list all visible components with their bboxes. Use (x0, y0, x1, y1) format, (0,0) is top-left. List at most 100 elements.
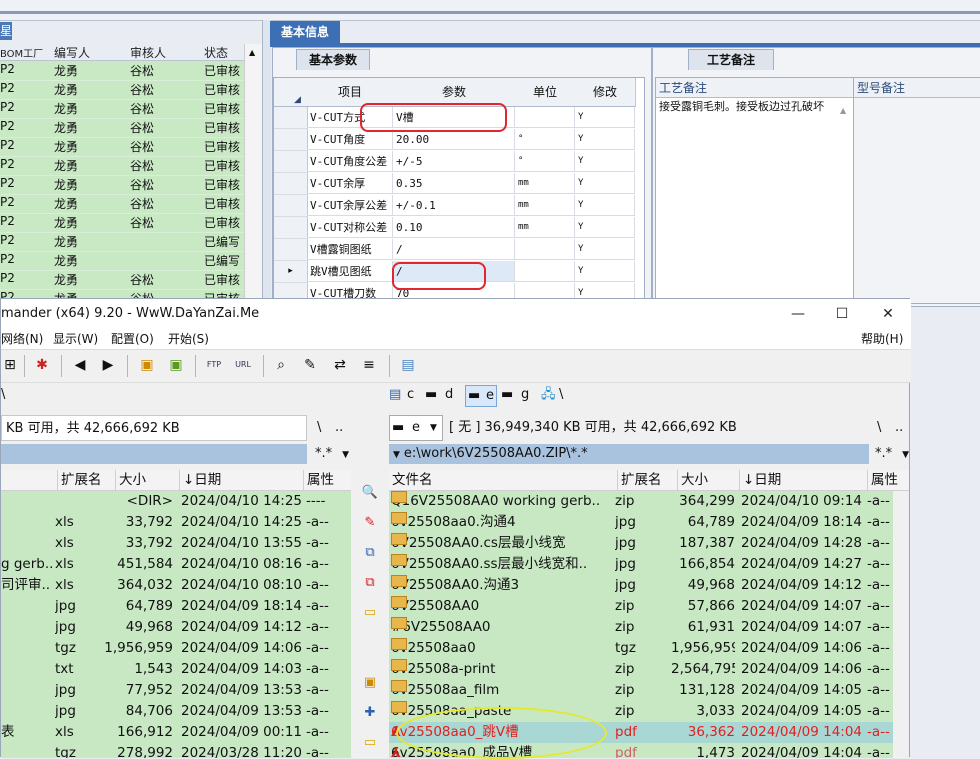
row-indicator[interactable] (274, 107, 308, 129)
param-modify[interactable]: Y (575, 239, 635, 260)
table-row[interactable]: P2 龙勇 谷松 已审核 (0, 61, 244, 81)
file-row[interactable]: txt 1,543 2024/04/09 14:03 -a-- (1, 659, 351, 680)
tree-icon[interactable]: ⊞ (1, 356, 19, 374)
file-row[interactable]: jpg 64,789 2024/04/09 18:14 -a-- (1, 596, 351, 617)
table-row[interactable]: P2 龙勇 已编写 (0, 232, 244, 252)
file-row[interactable]: xls 33,792 2024/04/10 13:55 -a-- (1, 533, 351, 554)
file-row[interactable]: tgz 278,992 2024/03/28 11:20 -a-- (1, 743, 351, 758)
tab-basic-params[interactable]: 基本参数 (296, 49, 370, 70)
file-row[interactable]: 6v25508aa0.沟通4 jpg 64,789 2024/04/09 18:14-… (389, 512, 893, 533)
view-icon[interactable]: 🔍 (361, 484, 379, 502)
left-up-button[interactable]: .. (335, 415, 343, 441)
back-icon[interactable]: ◀ (71, 356, 89, 374)
file-row[interactable]: tgz 1,956,959 2024/04/09 14:06 -a-- (1, 638, 351, 659)
file-row[interactable]: 司评审.. xls 364,032 2024/04/10 08:10 -a-- (1, 575, 351, 596)
menu-help[interactable]: 帮助(H) (861, 329, 903, 349)
forward-icon[interactable]: ▶ (99, 356, 117, 374)
file-row[interactable]: 6v25508a-print zip 2,564,795 2024/04/09 14:… (389, 659, 893, 680)
param-modify[interactable]: Y (575, 129, 635, 150)
file-row[interactable]: 6v25508aa_film zip 131,128 2024/04/09 14:05… (389, 680, 893, 701)
new-file-icon[interactable]: ✚ (361, 704, 379, 722)
right-root-button[interactable]: \ (877, 415, 881, 441)
menu-start[interactable]: 开始(S) (168, 329, 209, 349)
col-unit[interactable]: 单位 (515, 78, 576, 107)
file-row[interactable]: xls 33,792 2024/04/10 14:25 -a-- (1, 512, 351, 533)
minimize-icon[interactable]: — (775, 299, 821, 329)
sync-icon[interactable]: ⇄ (331, 356, 349, 374)
file-row[interactable]: Q16V25508AA0 working gerb.. zip 364,299 202… (389, 491, 893, 512)
menu-config[interactable]: 配置(O) (111, 329, 154, 349)
col-reviewer[interactable]: 审核人 (130, 44, 166, 61)
rename-icon[interactable]: ✎ (301, 356, 319, 374)
scroll-up-icon[interactable]: ▲ (840, 106, 846, 115)
model-remarks-box[interactable]: 型号备注 (853, 77, 980, 304)
remark-text[interactable]: 接受露铜毛刺。接受板边过孔破坏 (659, 100, 829, 113)
file-row[interactable]: 6V25508AA0.ss层最小线宽和.. jpg 166,854 2024/04/0… (389, 554, 893, 575)
table-row[interactable]: P2 龙勇 谷松 已审核 (0, 213, 244, 233)
file-row[interactable]: jpg 84,706 2024/04/09 13:53 -a-- (1, 701, 351, 722)
right-path-bar[interactable]: ▼ e:\work\6V25508AA0.ZIP\*.* (389, 444, 869, 464)
col-attr[interactable]: 属性 (867, 470, 909, 490)
row-indicator[interactable]: ▸ (274, 261, 308, 283)
file-row[interactable]: jpg 49,968 2024/04/09 14:12 -a-- (1, 617, 351, 638)
table-row[interactable]: P2 龙勇 谷松 已审核 (0, 270, 244, 290)
right-up-button[interactable]: .. (895, 415, 903, 441)
col-bom-plant[interactable]: BOM工厂 (0, 45, 43, 60)
param-modify[interactable]: Y (575, 195, 635, 216)
file-row[interactable]: #6V25508AA0 zip 61,931 2024/04/09 14:07 -a-- (389, 617, 893, 638)
drive-c[interactable]: c (407, 383, 414, 407)
left-filter[interactable]: *.* ▼ (315, 444, 349, 465)
ftp-icon[interactable]: FTP (205, 356, 223, 374)
left-panel-tab[interactable]: 星 (0, 22, 12, 40)
table-row[interactable]: P2 龙勇 谷松 已审核 (0, 194, 244, 214)
col-ext[interactable]: 扩展名 (617, 470, 677, 490)
folder-icon[interactable]: ▭ (361, 734, 379, 752)
col-date[interactable]: ↓日期 (739, 470, 867, 490)
file-row[interactable]: jpg 77,952 2024/04/09 13:53 -a-- (1, 680, 351, 701)
col-size[interactable]: 大小 (115, 470, 179, 490)
row-indicator[interactable] (274, 217, 308, 239)
scroll-up-icon[interactable]: ▲ (249, 48, 255, 57)
table-row[interactable]: P2 龙勇 谷松 已审核 (0, 99, 244, 119)
drive-e-selected[interactable]: ▬ e (465, 385, 497, 407)
table-row[interactable]: P2 龙勇 谷松 已审核 (0, 137, 244, 157)
param-modify[interactable]: Y (575, 261, 635, 282)
right-filter[interactable]: *.* ▼ (875, 444, 909, 465)
url-icon[interactable]: URL (234, 356, 252, 374)
table-row[interactable]: P2 龙勇 已编写 (0, 251, 244, 271)
splitter[interactable] (262, 20, 271, 310)
param-modify[interactable]: Y (575, 107, 635, 128)
left-path-bar[interactable] (1, 444, 307, 464)
col-date[interactable]: ↓日期 (179, 470, 303, 490)
move-icon[interactable]: ⧉ (361, 574, 379, 592)
tab-basic-info[interactable]: 基本信息 (270, 21, 340, 43)
new-folder-icon[interactable]: ▭ (361, 604, 379, 622)
param-value[interactable]: 0.35 (393, 173, 515, 194)
col-modify[interactable]: 修改 (575, 78, 636, 107)
param-value[interactable]: +/-0.1 (393, 195, 515, 216)
col-status[interactable]: 状态 (204, 44, 228, 61)
table-row[interactable]: P2 龙勇 谷松 已审核 (0, 175, 244, 195)
file-row[interactable]: 6V25508AA0 zip 57,866 2024/04/09 14:07 -a-- (389, 596, 893, 617)
file-row[interactable]: g gerb.. xls 451,584 2024/04/10 08:16 -a-- (1, 554, 351, 575)
right-scrollbar[interactable] (893, 491, 909, 758)
unpack-icon[interactable]: ▣ (167, 356, 185, 374)
param-modify[interactable]: Y (575, 217, 635, 238)
left-grid-scrollbar[interactable]: ▲ (244, 44, 263, 300)
invert-selection-icon[interactable]: ✱ (33, 356, 51, 374)
drive-d[interactable]: d (445, 383, 453, 407)
param-modify[interactable]: Y (575, 173, 635, 194)
right-drive-dropdown[interactable]: ▬ e ▼ (389, 415, 443, 441)
pack-icon[interactable]: ▣ (138, 356, 156, 374)
left-root-button[interactable]: \ (317, 415, 321, 441)
file-row[interactable]: 6V25508AA0.沟通3 jpg 49,968 2024/04/09 14:12-… (389, 575, 893, 596)
network-drive[interactable]: \ (559, 383, 563, 407)
col-name[interactable]: 文件名 (389, 470, 617, 490)
drive-g[interactable]: g (521, 383, 529, 407)
pack-icon[interactable]: ▣ (361, 674, 379, 692)
row-indicator[interactable] (274, 129, 308, 151)
table-row[interactable]: P2 龙勇 谷松 已审核 (0, 80, 244, 100)
row-indicator[interactable] (274, 151, 308, 173)
maximize-icon[interactable]: ☐ (819, 299, 865, 329)
table-row[interactable]: P2 龙勇 谷松 已审核 (0, 156, 244, 176)
